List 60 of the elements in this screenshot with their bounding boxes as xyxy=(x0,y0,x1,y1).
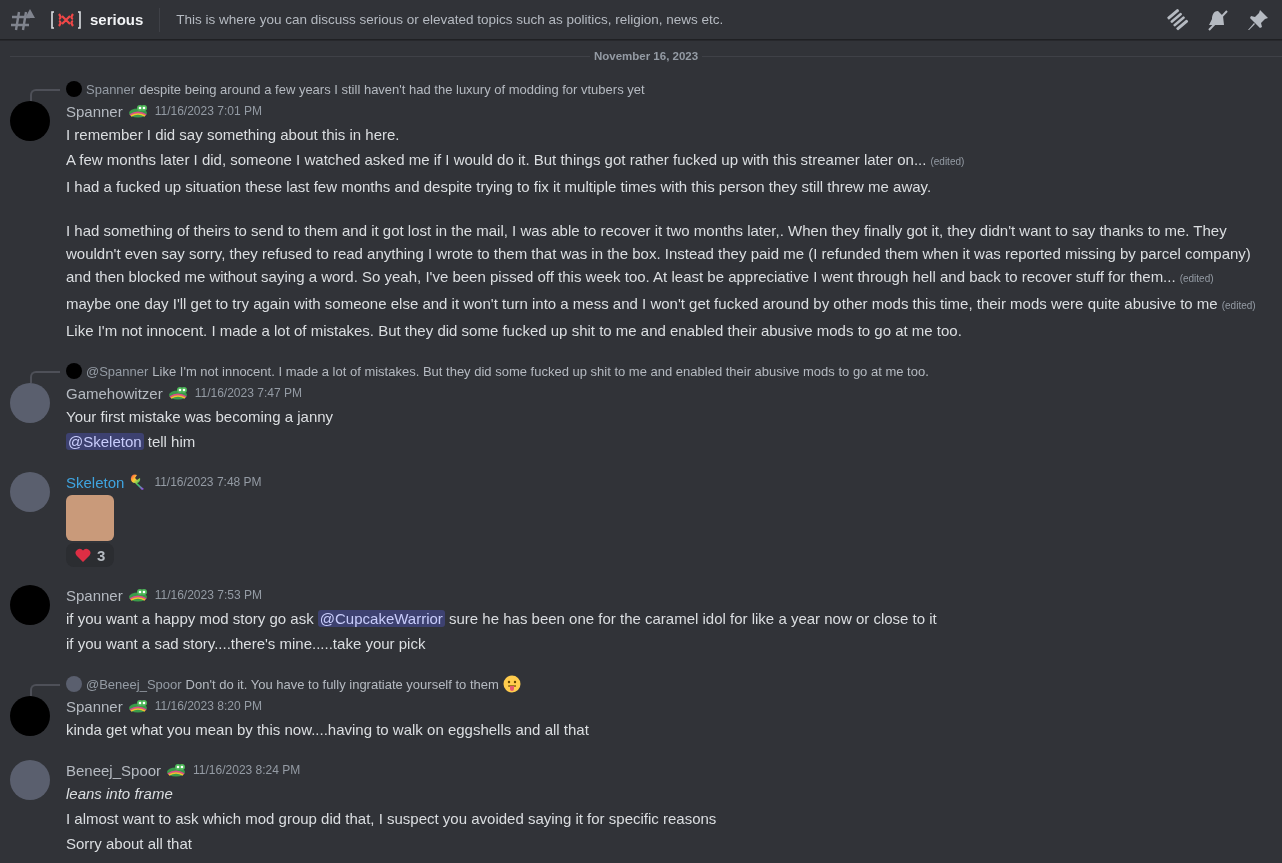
reaction-button[interactable]: 3 xyxy=(66,543,115,567)
avatar[interactable] xyxy=(10,760,50,800)
timestamp: 11/16/2023 7:53 PM xyxy=(154,588,262,602)
message-text: kinda get what you mean by this now....having to walk on eggshells and all that xyxy=(66,720,590,740)
message-text: maybe one day I'll get to try again with someone else and it won't turn into a mess and I won't get fucked around by other mods this time, their mods were quite abusive to me (edited) xyxy=(66,294,1257,314)
message-text: Sorry about all that xyxy=(66,834,193,854)
anger-symbol-icon xyxy=(50,10,82,29)
user-mention[interactable]: @Skeleton xyxy=(66,433,144,450)
author-name[interactable]: Spanner xyxy=(66,697,123,715)
heart-icon xyxy=(75,547,91,563)
author-name[interactable]: Spanner xyxy=(66,586,123,604)
reply-preview-text[interactable]: Don't do it. You have to fully ingratiate yourself to them xyxy=(185,676,499,692)
message-text: if you want a sad story....there's mine.....take your pick xyxy=(66,634,427,654)
frog-emoji-icon xyxy=(127,588,148,602)
reply-author[interactable]: Spanner xyxy=(86,81,136,97)
author-name[interactable]: Spanner xyxy=(66,102,123,120)
threads-icon[interactable] xyxy=(1166,7,1190,32)
avatar[interactable] xyxy=(10,585,50,625)
timestamp: 11/16/2023 7:48 PM xyxy=(154,475,262,489)
avatar[interactable] xyxy=(66,676,82,692)
avatar[interactable] xyxy=(10,101,50,141)
timestamp: 11/16/2023 8:24 PM xyxy=(193,763,301,777)
avatar[interactable] xyxy=(66,81,82,97)
timestamp: 11/16/2023 8:20 PM xyxy=(154,699,262,713)
reply-author[interactable]: @Beneej_Spoor xyxy=(86,676,182,692)
author-name[interactable]: Gamehowitzer xyxy=(66,384,163,402)
message-text: leans into frame xyxy=(66,784,174,804)
frog-emoji-icon xyxy=(166,763,187,777)
user-mention[interactable]: @CupcakeWarrior xyxy=(317,610,445,627)
message-text: if you want a happy mod story go ask xyxy=(66,610,315,627)
frog-emoji-icon xyxy=(167,386,188,400)
message-text: Like I'm not innocent. I made a lot of mistakes. But they did some fucked up shit to me and enabled their abusive mods to go at me too. xyxy=(66,321,963,341)
message-text: I had something of theirs to send to them and it got lost in the mail, I was able to recover it two months later,. When they finally got it, they didn't want to say thanks to me. They wouldn't even say sorry, they refused to read anything I wrote to them that was in the box. Instead they paid me (I refunded them when it was reported missing by parcel company) and then blocked me without saying a word. So yeah, I've been pissed off this week too. At least be appreciative I went through hell and back to recover stuff for them... (edited) xyxy=(66,221,1252,287)
message-text: I had a fucked up situation these last few months and despite trying to fix it multiple times with this person they still threw me away. xyxy=(66,177,933,197)
message-text: A few months later I did, someone I watched asked me if I would do it. But things got rather fucked up with this streamer later on... (edited) xyxy=(66,150,966,170)
channel-topic: This is where you can discuss serious or elevated topics such as politics, religion, news etc. xyxy=(176,12,725,27)
pin-icon[interactable] xyxy=(1246,7,1270,32)
message-text: sure he has been one for the caramel idol for like a year now or close to it xyxy=(448,610,937,627)
channel-name: serious xyxy=(90,11,144,28)
date-divider: November 16, 2023 xyxy=(592,50,700,62)
avatar[interactable] xyxy=(66,363,82,379)
timestamp: 11/16/2023 7:01 PM xyxy=(154,104,262,118)
author-name[interactable]: Skeleton xyxy=(66,473,125,491)
message-text: I almost want to ask which mod group did that, I suspect you avoided saying it for specific reasons xyxy=(66,809,718,829)
message-text: tell him xyxy=(146,433,196,450)
hashtag-warning-icon xyxy=(10,7,36,32)
timestamp: 11/16/2023 7:47 PM xyxy=(194,386,302,400)
avatar[interactable] xyxy=(10,472,50,512)
frog-emoji-icon xyxy=(127,104,148,118)
avatar[interactable] xyxy=(10,383,50,423)
reply-author[interactable]: @Spanner xyxy=(86,363,149,379)
message-text: I remember I did say something about this in here. xyxy=(66,125,401,145)
avatar[interactable] xyxy=(10,696,50,736)
reply-preview-text[interactable]: Like I'm not innocent. I made a lot of mistakes. But they did some fucked up shit to me and enabled their abusive mods to go at me too. xyxy=(152,363,929,379)
message-text: Your first mistake was becoming a janny xyxy=(66,407,335,427)
frog-emoji-icon xyxy=(127,699,148,713)
tongue-face-emoji-icon xyxy=(502,675,521,693)
author-name[interactable]: Beneej_Spoor xyxy=(66,761,162,779)
sticker-image xyxy=(66,495,114,541)
reply-preview-text[interactable]: despite being around a few years I still haven't had the luxury of modding for vtubers yet xyxy=(139,81,645,97)
